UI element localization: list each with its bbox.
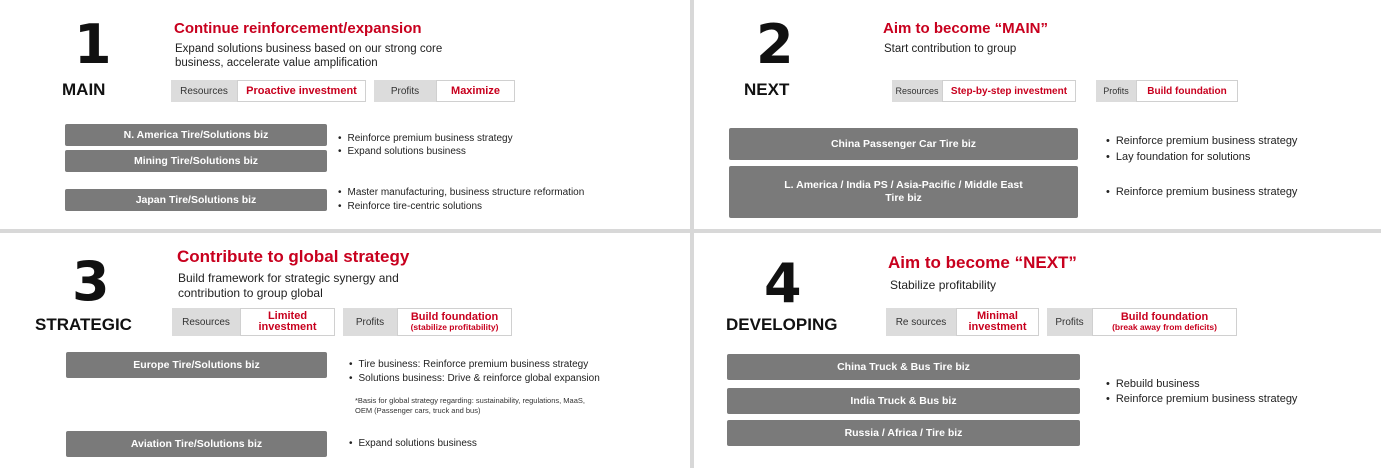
biz-box: Mining Tire/Solutions biz bbox=[65, 150, 327, 172]
bullet-item: Expand solutions business bbox=[349, 437, 477, 450]
bullet-item: Reinforce premium business strategy bbox=[1106, 393, 1297, 406]
profits-value: Build foundation (break away from defici… bbox=[1092, 308, 1237, 336]
biz-box-line: Tire biz bbox=[885, 192, 922, 204]
bullet-item: Reinforce premium business strategy bbox=[1106, 134, 1297, 148]
biz-box: India Truck & Bus biz bbox=[727, 388, 1080, 414]
strategy-note-line2: OEM (Passenger cars, truck and bus) bbox=[355, 406, 481, 415]
panel-subtitle-line1: Build framework for strategic synergy an… bbox=[178, 271, 399, 285]
panel-category: NEXT bbox=[744, 80, 790, 99]
profits-label: Profits bbox=[374, 80, 436, 102]
panel-number: 2 bbox=[756, 13, 794, 76]
biz-box-line: L. America / India PS / Asia-Pacific / M… bbox=[784, 179, 1023, 191]
resources-value: Proactive investment bbox=[237, 80, 366, 102]
panel-subtitle: Stabilize profitability bbox=[890, 278, 997, 292]
panel-title: Continue reinforcement/expansion bbox=[174, 20, 422, 37]
biz-box: China Passenger Car Tire biz bbox=[729, 128, 1078, 160]
panel-subtitle-line2: business, accelerate value amplification bbox=[175, 57, 378, 69]
profits-value: Build foundation bbox=[1136, 80, 1238, 102]
bullet-item: Tire business: Reinforce premium busines… bbox=[349, 358, 588, 371]
panel-main: 1 MAIN Continue reinforcement/expansion … bbox=[0, 0, 690, 229]
resources-label: Re sources bbox=[886, 308, 956, 336]
resources-value-line: investment bbox=[968, 321, 1027, 333]
resources-value: Step-by-step investment bbox=[942, 80, 1076, 102]
panel-subtitle: Start contribution to group bbox=[884, 43, 1017, 55]
strategy-note-line1: *Basis for global strategy regarding: su… bbox=[355, 396, 585, 405]
bullet-item: Solutions business: Drive & reinforce gl… bbox=[349, 372, 600, 385]
resources-label: Resources bbox=[892, 80, 942, 102]
biz-box: Russia / Africa / Tire biz bbox=[727, 420, 1080, 446]
panel-number: 4 bbox=[764, 252, 802, 315]
panel-title: Aim to become “NEXT” bbox=[888, 253, 1077, 272]
profits-label: Profits bbox=[1047, 308, 1092, 336]
bullet-item: Lay foundation for solutions bbox=[1106, 150, 1250, 164]
profits-label: Profits bbox=[1096, 80, 1136, 102]
bullet-item: Master manufacturing, business structure… bbox=[338, 186, 584, 199]
resources-value-line: investment bbox=[258, 321, 317, 333]
profits-label: Profits bbox=[343, 308, 397, 336]
biz-box: Aviation Tire/Solutions biz bbox=[66, 431, 327, 457]
biz-box: Japan Tire/Solutions biz bbox=[65, 189, 327, 211]
profits-value: Maximize bbox=[436, 80, 515, 102]
panel-title: Contribute to global strategy bbox=[177, 247, 410, 266]
biz-box: N. America Tire/Solutions biz bbox=[65, 124, 327, 146]
bullet-item: Reinforce tire-centric solutions bbox=[338, 200, 482, 213]
panel-developing: 4 DEVELOPING Aim to become “NEXT” Stabil… bbox=[694, 233, 1381, 468]
bullet-item: Reinforce premium business strategy bbox=[338, 132, 513, 145]
resources-value: Minimal investment bbox=[956, 308, 1039, 336]
panel-subtitle-line1: Expand solutions business based on our s… bbox=[175, 43, 443, 55]
panel-strategic: 3 STRATEGIC Contribute to global strateg… bbox=[0, 233, 690, 468]
panel-subtitle-line2: contribution to group global bbox=[178, 286, 323, 300]
biz-box: Europe Tire/Solutions biz bbox=[66, 352, 327, 378]
resources-label: Resources bbox=[172, 308, 240, 336]
bullet-item: Reinforce premium business strategy bbox=[1106, 185, 1297, 199]
resources-value: Limited investment bbox=[240, 308, 335, 336]
profits-value-note: (stabilize profitability) bbox=[410, 322, 499, 332]
panel-category: MAIN bbox=[62, 80, 106, 99]
panel-number: 3 bbox=[72, 250, 110, 313]
profits-value-note: (break away from deficits) bbox=[1112, 322, 1217, 332]
panel-category: DEVELOPING bbox=[726, 315, 838, 334]
profits-value: Build foundation (stabilize profitabilit… bbox=[397, 308, 512, 336]
bullet-item: Rebuild business bbox=[1106, 378, 1200, 391]
panel-number: 1 bbox=[74, 13, 112, 76]
bullet-item: Expand solutions business bbox=[338, 145, 466, 158]
biz-box: China Truck & Bus Tire biz bbox=[727, 354, 1080, 380]
resources-label: Resources bbox=[171, 80, 237, 102]
panel-title: Aim to become “MAIN” bbox=[883, 20, 1049, 37]
panel-next: 2 NEXT Aim to become “MAIN” Start contri… bbox=[694, 0, 1381, 229]
panel-category: STRATEGIC bbox=[35, 315, 132, 334]
biz-box: L. America / India PS / Asia-Pacific / M… bbox=[729, 166, 1078, 218]
